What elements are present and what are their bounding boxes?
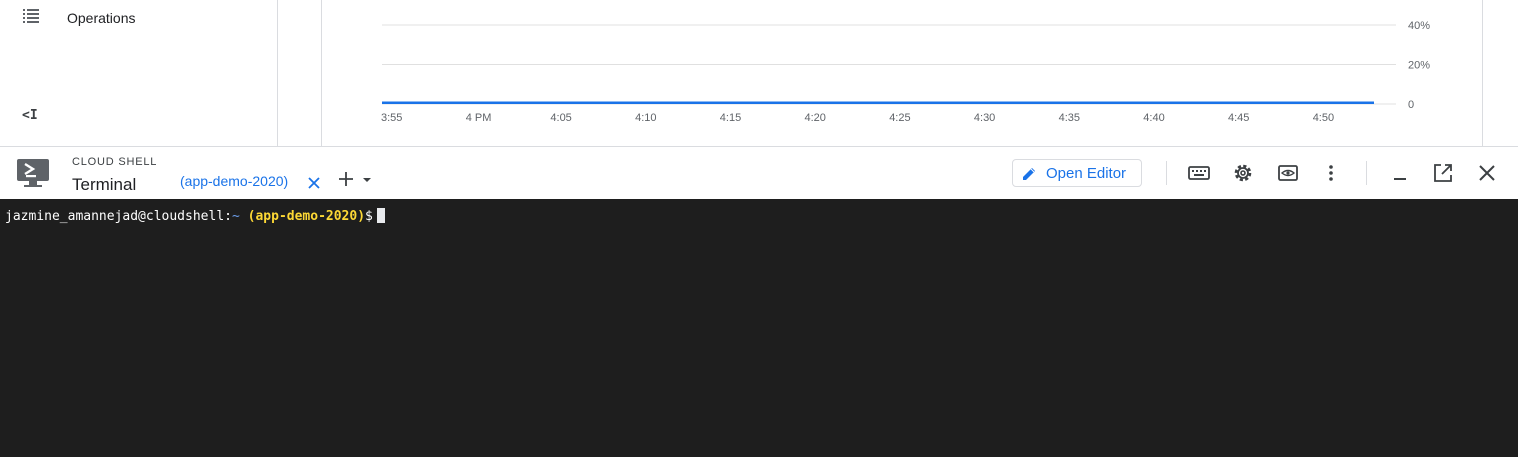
toolbar-divider — [1366, 161, 1367, 185]
cloud-shell-header: CLOUD SHELL Terminal (app-demo-2020) Ope… — [0, 146, 1518, 220]
pencil-icon — [1023, 168, 1035, 180]
x-tick-label: 4 PM — [466, 112, 492, 124]
web-preview-icon[interactable] — [1277, 162, 1299, 184]
prompt-path: ~ — [231, 209, 240, 224]
gear-icon[interactable] — [1232, 162, 1254, 184]
more-vert-icon[interactable] — [1320, 162, 1342, 184]
console-top-area: Operations <I 40% 20% 0 3:55 4 PM 4:05 4:10 4:1… — [0, 0, 1518, 146]
x-tick-label: 4:10 — [635, 112, 656, 124]
open-editor-button[interactable]: Open Editor — [1012, 159, 1142, 187]
sidebar-item-operations[interactable]: Operations — [0, 0, 277, 34]
terminal-output[interactable]: jazmine_amannejad@cloudshell:~ (app-demo… — [0, 199, 1518, 457]
x-tick-label: 4:45 — [1228, 112, 1249, 124]
x-tick-label: 4:35 — [1059, 112, 1080, 124]
tab-app-demo-2020[interactable]: (app-demo-2020) — [180, 169, 320, 220]
terminal-cursor — [376, 208, 385, 223]
x-tick-label: 4:30 — [974, 112, 995, 124]
collapse-sidebar-icon[interactable]: <I — [22, 108, 40, 126]
chart-svg: 40% 20% 0 3:55 4 PM 4:05 4:10 4:15 4:20 4:25 4:30 4… — [381, 20, 1430, 124]
x-tick-label: 4:20 — [805, 112, 826, 124]
toolbar-divider — [1166, 161, 1167, 185]
close-tab-icon[interactable] — [308, 177, 320, 189]
prompt-symbol: $ — [365, 209, 373, 224]
keyboard-icon[interactable] — [1188, 162, 1210, 184]
prompt-project: (app-demo-2020) — [247, 209, 366, 224]
y-tick-label: 20% — [1408, 60, 1430, 72]
caret-down-icon — [363, 178, 371, 182]
x-tick-label: 4:25 — [889, 112, 910, 124]
minimize-icon[interactable] — [1389, 162, 1411, 184]
tab-label: (app-demo-2020) — [180, 173, 289, 189]
cloud-shell-label: CLOUD SHELL — [72, 156, 158, 168]
cloud-shell-logo-icon — [17, 159, 49, 187]
sidebar-item-label: Operations — [67, 10, 136, 26]
x-tick-label: 4:50 — [1313, 112, 1334, 124]
terminal-title: Terminal — [72, 175, 137, 194]
list-icon — [23, 9, 39, 23]
x-tick-label: 4:15 — [720, 112, 741, 124]
terminal-prompt-line: jazmine_amannejad@cloudshell:~ (app-demo… — [5, 208, 385, 224]
add-tab-button[interactable] — [338, 169, 378, 189]
open-in-new-icon[interactable] — [1432, 162, 1454, 184]
x-tick-label: 3:55 — [381, 112, 402, 124]
prompt-user: jazmine_amannejad@cloudshell: — [5, 209, 232, 224]
close-icon[interactable] — [1476, 162, 1498, 184]
x-tick-label: 4:40 — [1143, 112, 1164, 124]
open-editor-label: Open Editor — [1046, 165, 1127, 182]
plus-icon — [339, 172, 353, 186]
sidebar: Operations <I — [0, 0, 278, 146]
y-tick-label: 40% — [1408, 20, 1430, 32]
utilization-chart: 40% 20% 0 3:55 4 PM 4:05 4:10 4:15 4:20 4:25 4:30 4… — [321, 0, 1483, 146]
y-tick-label: 0 — [1408, 99, 1414, 111]
x-tick-label: 4:05 — [550, 112, 571, 124]
